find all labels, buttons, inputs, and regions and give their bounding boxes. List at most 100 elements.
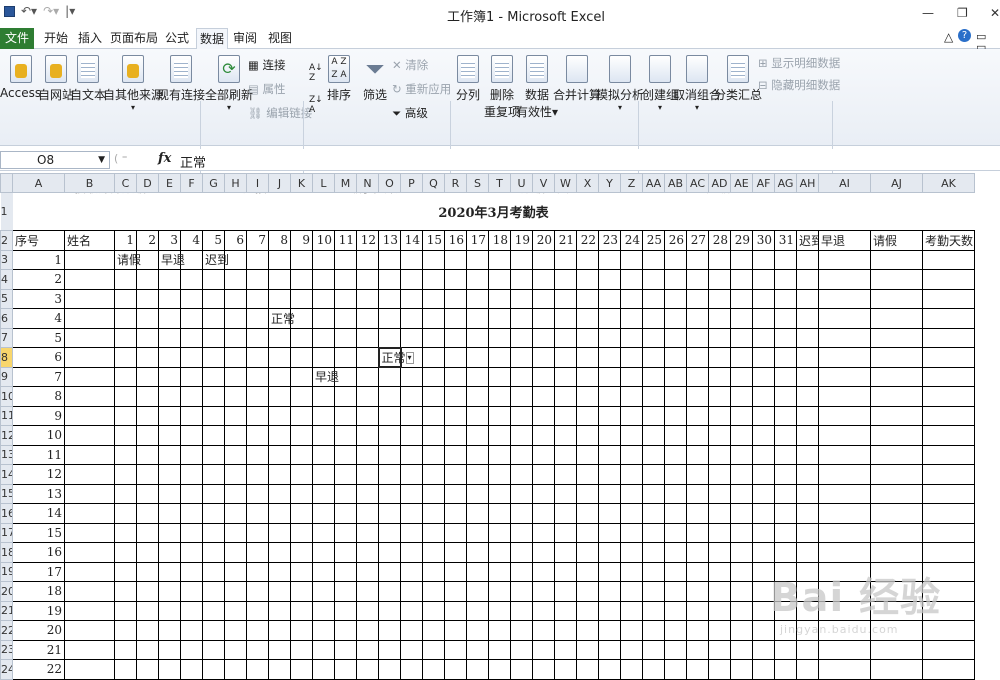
cell[interactable] [731,621,753,641]
cell[interactable] [871,328,923,348]
cell[interactable] [379,484,401,504]
cell[interactable] [423,250,445,270]
cell[interactable] [489,484,511,504]
cell[interactable] [511,367,533,387]
cell[interactable] [923,484,975,504]
cell[interactable] [159,660,181,680]
column-header[interactable]: B [65,174,115,193]
cell[interactable] [643,582,665,602]
cell[interactable] [709,543,731,563]
cell[interactable] [423,367,445,387]
cell[interactable] [137,523,159,543]
cell[interactable] [775,426,797,446]
cell[interactable] [643,426,665,446]
connections-button[interactable]: ▦ 连接 [248,57,286,73]
cell[interactable] [511,582,533,602]
cell[interactable] [923,660,975,680]
cell[interactable] [923,523,975,543]
cell[interactable] [489,640,511,660]
cell[interactable] [511,640,533,660]
cell[interactable] [511,601,533,621]
cell[interactable] [357,406,379,426]
cell[interactable] [621,504,643,524]
cell[interactable] [357,387,379,407]
cell[interactable] [137,640,159,660]
cell[interactable] [621,348,643,368]
header-day[interactable]: 12 [357,231,379,251]
cell[interactable] [357,660,379,680]
cell[interactable] [871,543,923,563]
cell[interactable] [489,543,511,563]
cell[interactable] [401,270,423,290]
cell[interactable] [159,582,181,602]
cell[interactable] [709,445,731,465]
cell[interactable] [291,660,313,680]
seq-cell[interactable]: 2 [13,270,65,290]
cell[interactable] [731,426,753,446]
cell[interactable] [555,309,577,329]
cell[interactable] [313,426,335,446]
cell[interactable] [423,562,445,582]
cell[interactable] [599,387,621,407]
cell[interactable] [709,348,731,368]
cell[interactable] [621,406,643,426]
cell[interactable] [203,504,225,524]
column-header[interactable]: R [445,174,467,193]
seq-cell[interactable]: 12 [13,465,65,485]
cell[interactable] [753,465,775,485]
cell[interactable] [225,426,247,446]
cell[interactable] [423,523,445,543]
cell[interactable] [555,348,577,368]
row-header[interactable]: 13 [1,445,13,465]
cell[interactable] [731,387,753,407]
cell[interactable] [687,270,709,290]
cell[interactable] [797,504,819,524]
seq-cell[interactable]: 10 [13,426,65,446]
header-day[interactable]: 1 [115,231,137,251]
cell[interactable] [489,504,511,524]
cell[interactable] [687,309,709,329]
cell[interactable] [379,406,401,426]
cell[interactable] [401,640,423,660]
cell[interactable] [731,465,753,485]
cell[interactable] [709,523,731,543]
filter-button[interactable]: ⏷筛选 [363,55,387,103]
cell[interactable] [269,562,291,582]
cell[interactable] [335,270,357,290]
row-header[interactable]: 7 [1,328,13,348]
header-day[interactable]: 21 [555,231,577,251]
cell[interactable] [577,348,599,368]
cell[interactable] [137,543,159,563]
cell[interactable] [555,250,577,270]
cell[interactable] [621,309,643,329]
header-day[interactable]: 28 [709,231,731,251]
column-header[interactable]: AD [709,174,731,193]
cell[interactable] [923,543,975,563]
cell[interactable] [225,270,247,290]
row-header[interactable]: 24 [1,660,13,680]
cell[interactable] [401,601,423,621]
cell[interactable] [533,582,555,602]
cell[interactable] [247,601,269,621]
cell[interactable] [731,250,753,270]
cell[interactable] [555,562,577,582]
cell[interactable] [599,523,621,543]
cell[interactable] [467,250,489,270]
cell[interactable] [159,523,181,543]
cell[interactable] [599,309,621,329]
seq-cell[interactable]: 8 [13,387,65,407]
seq-cell[interactable]: 17 [13,562,65,582]
cell[interactable] [643,289,665,309]
cell[interactable] [599,367,621,387]
cell[interactable] [203,309,225,329]
cell[interactable] [467,660,489,680]
cell[interactable] [687,582,709,602]
cell[interactable] [247,640,269,660]
cell[interactable] [357,445,379,465]
cell[interactable] [555,523,577,543]
cell[interactable] [225,328,247,348]
cell[interactable] [753,328,775,348]
cell[interactable] [775,270,797,290]
cell[interactable] [555,406,577,426]
column-header[interactable]: V [533,174,555,193]
